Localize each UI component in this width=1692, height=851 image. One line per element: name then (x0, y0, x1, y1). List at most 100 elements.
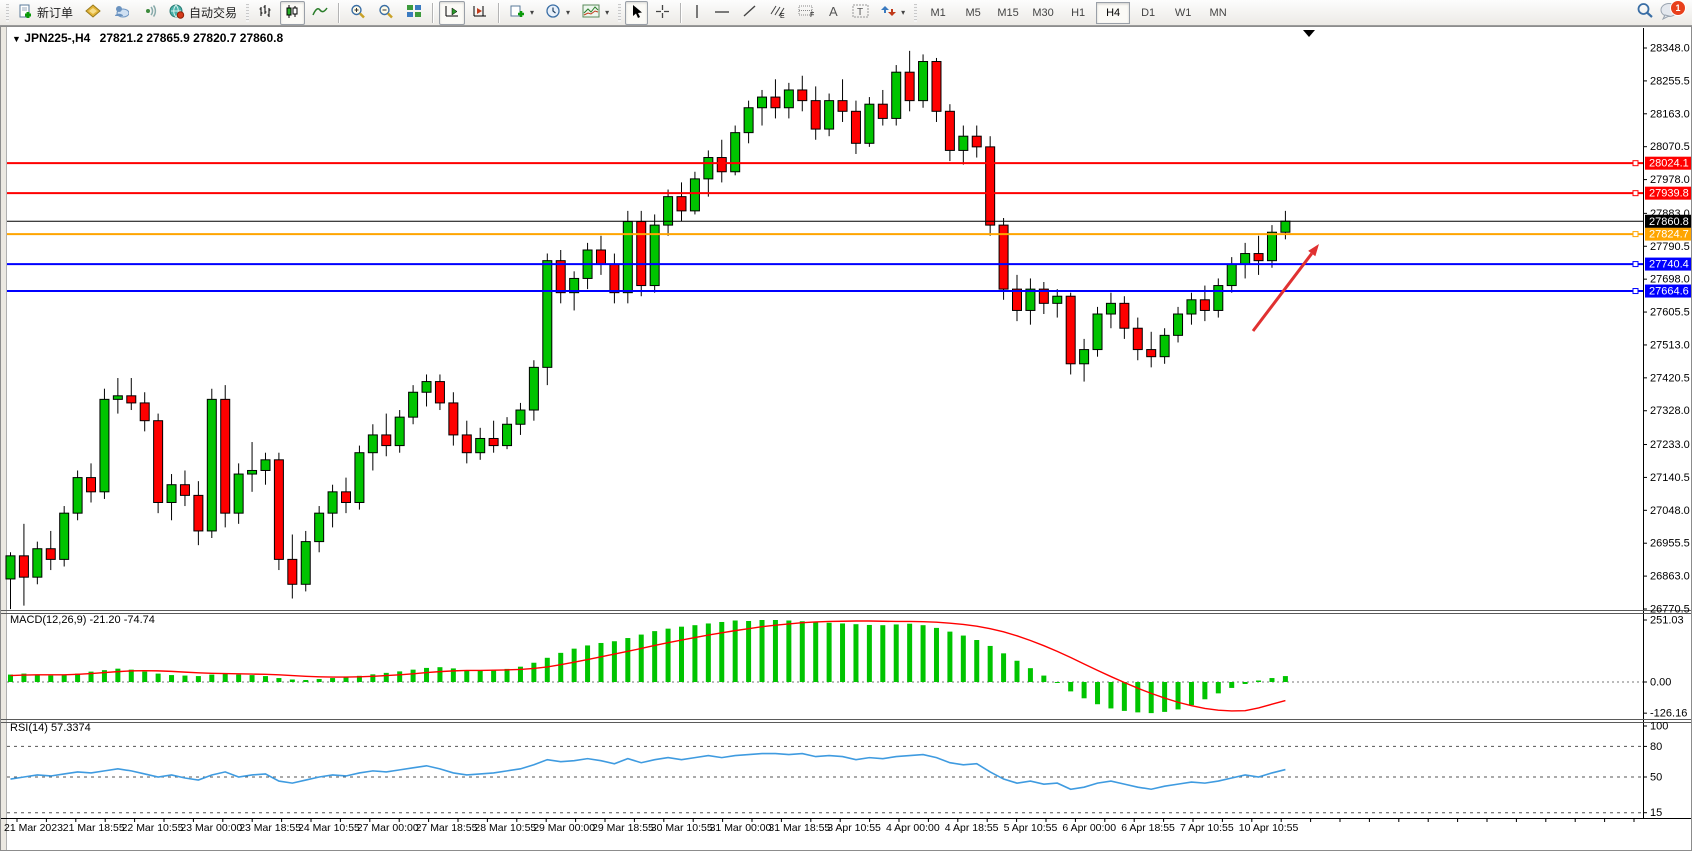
new-order-label: 新订单 (37, 4, 73, 21)
notifications-button[interactable]: 1 (1660, 2, 1682, 24)
svg-text:27513.0: 27513.0 (1650, 339, 1690, 351)
timeframe-h1[interactable]: H1 (1061, 2, 1095, 24)
timeframe-toolbar: M1M5M15M30H1H4D1W1MN (921, 2, 1235, 24)
svg-text:27605.5: 27605.5 (1650, 307, 1690, 319)
market-button[interactable] (80, 1, 106, 25)
svg-text:27698.0: 27698.0 (1650, 274, 1690, 286)
candlestick-chart-button[interactable] (280, 1, 305, 25)
svg-text:50: 50 (1650, 772, 1662, 784)
vertical-line-icon (692, 4, 702, 22)
templates-button[interactable]: ▾ (577, 1, 614, 25)
timeframe-mn[interactable]: MN (1201, 2, 1235, 24)
svg-text:30 Mar 10:55: 30 Mar 10:55 (651, 822, 713, 834)
svg-text:27328.0: 27328.0 (1650, 405, 1690, 417)
dropdown-caret-icon: ▾ (530, 8, 534, 17)
grid-tool-button[interactable]: F (793, 1, 820, 25)
autotrading-globe-icon (169, 4, 185, 22)
horizontal-line-button[interactable] (709, 1, 735, 25)
toolbar: 新订单 自动交易 (0, 0, 1692, 26)
vertical-line-button[interactable] (687, 1, 707, 25)
crosshair-icon (655, 4, 670, 22)
template-preview-icon (582, 4, 600, 21)
svg-text:28255.5: 28255.5 (1650, 75, 1690, 87)
svg-text:4 Apr 18:55: 4 Apr 18:55 (945, 822, 999, 834)
autotrading-button[interactable]: 自动交易 (164, 1, 242, 25)
svg-text:27740.4: 27740.4 (1649, 259, 1689, 271)
bar-chart-button[interactable] (253, 1, 278, 25)
svg-text:27420.5: 27420.5 (1650, 372, 1690, 384)
chart-plot[interactable]: 28348.028255.528163.028070.527978.027883… (0, 26, 1692, 851)
svg-text:0.00: 0.00 (1650, 677, 1671, 689)
svg-text:27 Mar 00:00: 27 Mar 00:00 (357, 822, 419, 834)
timeframe-w1[interactable]: W1 (1166, 2, 1200, 24)
timeframe-m30[interactable]: M30 (1026, 2, 1060, 24)
svg-text:E: E (780, 13, 785, 19)
new-order-button[interactable]: 新订单 (13, 1, 78, 25)
svg-text:31 Mar 00:00: 31 Mar 00:00 (710, 822, 772, 834)
svg-text:29 Mar 18:55: 29 Mar 18:55 (592, 822, 654, 834)
svg-text:29 Mar 00:00: 29 Mar 00:00 (533, 822, 595, 834)
community-icon (113, 4, 129, 21)
new-chart-button[interactable]: ▾ (505, 1, 539, 25)
cursor-icon (630, 4, 643, 22)
toolbar-grip[interactable] (6, 4, 9, 22)
svg-text:7 Apr 10:55: 7 Apr 10:55 (1180, 822, 1234, 834)
trendline-button[interactable] (737, 1, 762, 25)
svg-text:21 Mar 18:55: 21 Mar 18:55 (63, 822, 125, 834)
timeframe-h4[interactable]: H4 (1096, 2, 1130, 24)
svg-text:10 Apr 10:55: 10 Apr 10:55 (1239, 822, 1299, 834)
svg-text:27978.0: 27978.0 (1650, 174, 1690, 186)
grid-tool-icon: F (798, 4, 815, 21)
label-tool-button[interactable]: T (847, 1, 874, 25)
tile-windows-icon (406, 4, 422, 21)
svg-text:A: A (829, 4, 838, 18)
chart-shift-button[interactable] (467, 1, 493, 25)
fibonacci-button[interactable]: E (764, 1, 791, 25)
horizontal-line-icon (714, 6, 730, 20)
arrows-tool-button[interactable]: ▾ (876, 1, 910, 25)
arrows-tool-icon (881, 4, 896, 21)
zoom-out-button[interactable] (373, 1, 399, 25)
svg-text:6 Apr 18:55: 6 Apr 18:55 (1121, 822, 1175, 834)
svg-text:100: 100 (1650, 721, 1668, 733)
svg-text:23 Mar 18:55: 23 Mar 18:55 (239, 822, 301, 834)
svg-text:26863.0: 26863.0 (1650, 571, 1690, 583)
tile-windows-button[interactable] (401, 1, 427, 25)
zoom-out-icon (378, 4, 394, 22)
svg-text:27860.8: 27860.8 (1649, 216, 1689, 228)
period-button[interactable]: ▾ (541, 1, 575, 25)
chart-canvas[interactable]: ▼ JPN225-,H4 27821.2 27865.9 27820.7 278… (0, 26, 1692, 851)
svg-text:15: 15 (1650, 807, 1662, 819)
auto-scroll-icon (444, 4, 460, 21)
chart-shift-icon (472, 4, 488, 21)
notification-badge: 1 (1670, 0, 1686, 16)
text-tool-button[interactable]: A (822, 1, 845, 25)
timeframe-m1[interactable]: M1 (921, 2, 955, 24)
svg-text:28348.0: 28348.0 (1650, 43, 1690, 55)
timeframe-d1[interactable]: D1 (1131, 2, 1165, 24)
svg-text:27824.7: 27824.7 (1649, 229, 1689, 241)
label-tool-icon: T (852, 4, 869, 21)
cursor-button[interactable] (625, 1, 648, 25)
text-tool-icon: A (827, 4, 840, 21)
community-button[interactable] (108, 1, 134, 25)
timeframe-m15[interactable]: M15 (991, 2, 1025, 24)
svg-text:4 Apr 00:00: 4 Apr 00:00 (886, 822, 940, 834)
svg-text:-126.16: -126.16 (1650, 708, 1687, 720)
crosshair-button[interactable] (650, 1, 675, 25)
svg-text:22 Mar 10:55: 22 Mar 10:55 (122, 822, 184, 834)
svg-text:27048.0: 27048.0 (1650, 505, 1690, 517)
line-chart-button[interactable] (307, 1, 333, 25)
svg-text:5 Apr 10:55: 5 Apr 10:55 (1004, 822, 1058, 834)
timeframe-m5[interactable]: M5 (956, 2, 990, 24)
svg-text:31 Mar 18:55: 31 Mar 18:55 (768, 822, 830, 834)
svg-text:28 Mar 10:55: 28 Mar 10:55 (474, 822, 536, 834)
search-icon[interactable] (1636, 2, 1654, 24)
auto-scroll-button[interactable] (439, 1, 465, 25)
svg-text:27233.0: 27233.0 (1650, 439, 1690, 451)
signals-button[interactable] (136, 1, 162, 25)
svg-text:27664.6: 27664.6 (1649, 286, 1689, 298)
zoom-in-button[interactable] (345, 1, 371, 25)
candlestick-icon (285, 4, 300, 22)
svg-text:24 Mar 10:55: 24 Mar 10:55 (298, 822, 360, 834)
